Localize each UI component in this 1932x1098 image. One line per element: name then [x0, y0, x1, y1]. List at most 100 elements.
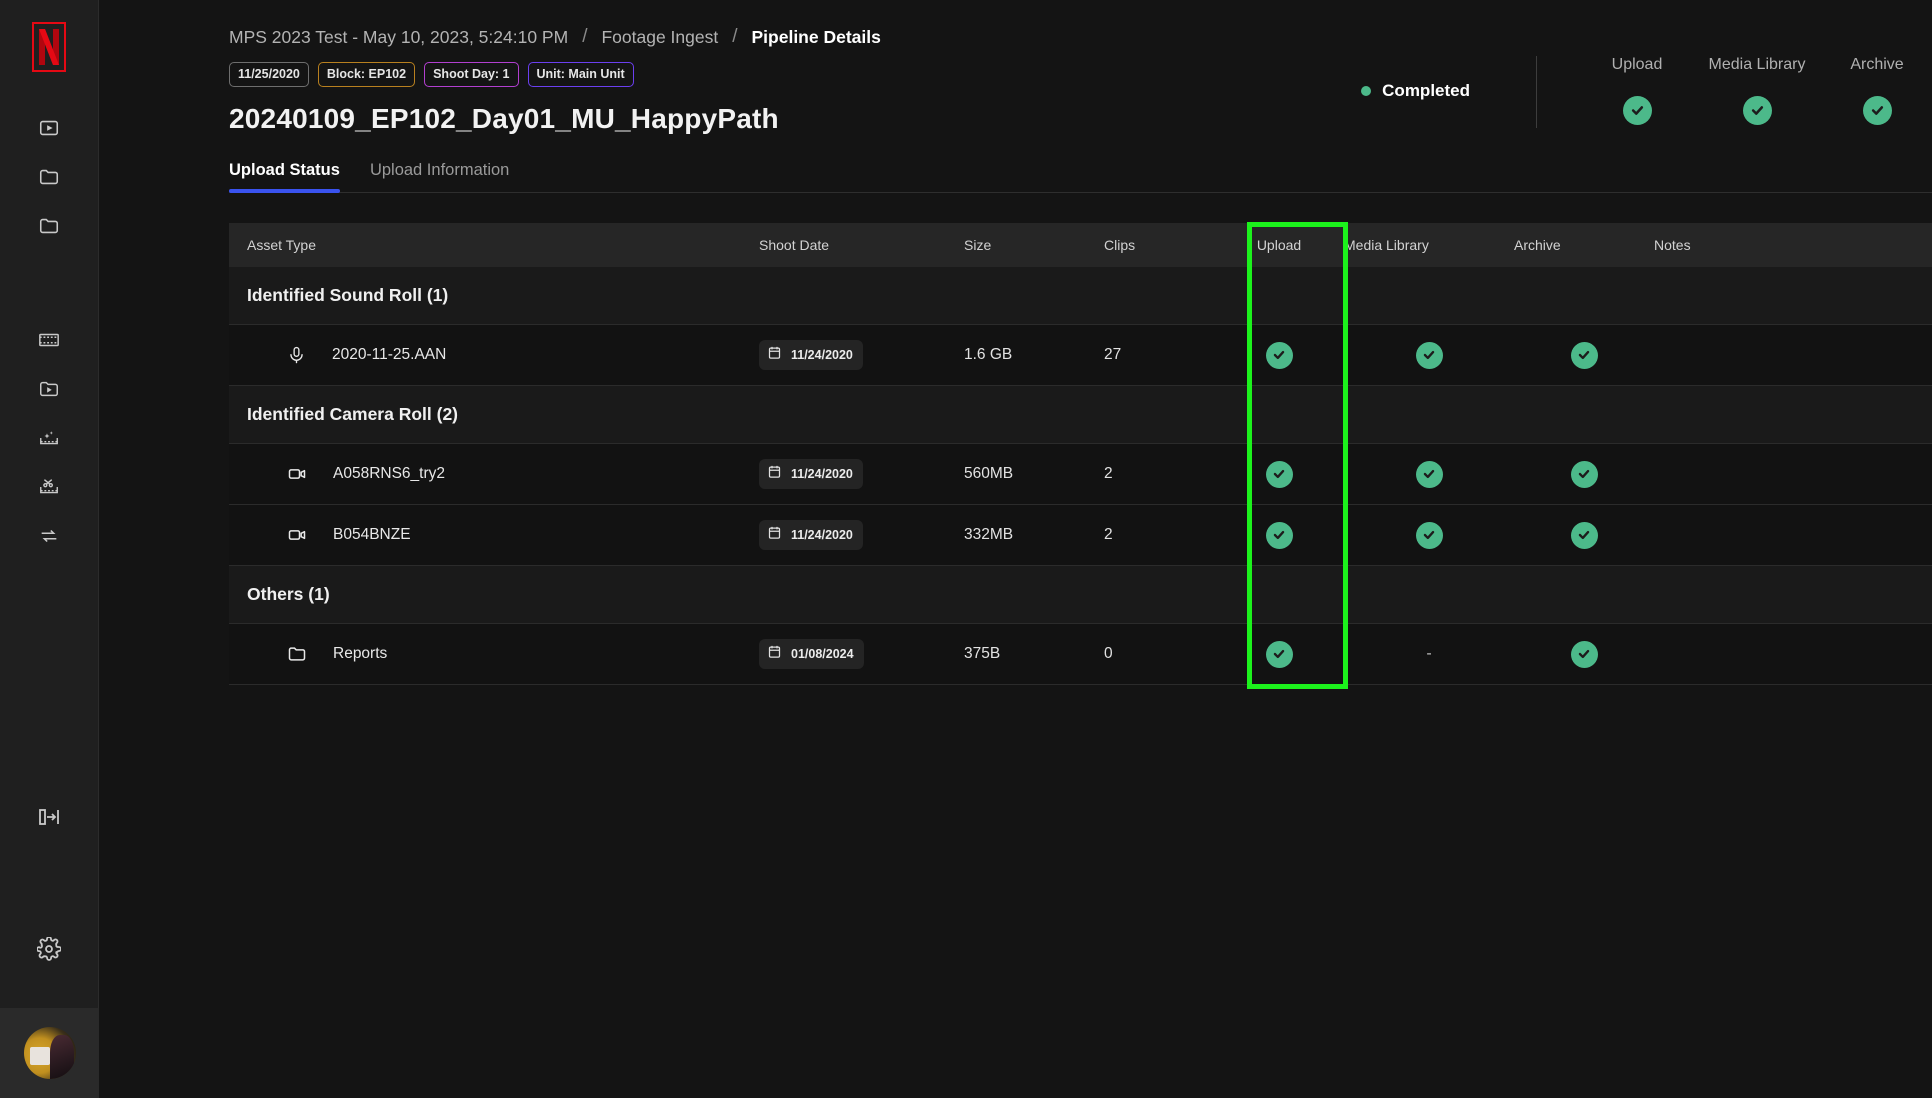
summary-upload: Upload: [1577, 56, 1697, 125]
folder-icon: [38, 166, 60, 188]
nav-folder-play[interactable]: [27, 367, 71, 411]
microphone-icon: [287, 346, 306, 365]
folder-icon: [287, 644, 307, 664]
table-group-header: Others (1): [229, 565, 1932, 624]
shoot-date-value: 11/24/2020: [791, 528, 853, 542]
upload-status-table-wrapper: Asset Type Shoot Date Size Clips Upload …: [229, 221, 1932, 689]
cell-notes: [1654, 443, 1932, 505]
badge-shoot-day[interactable]: Shoot Day: 1: [424, 62, 519, 87]
summary-media-library: Media Library: [1697, 56, 1817, 125]
nav-film-sparkle[interactable]: [27, 416, 71, 460]
video-camera-icon: [287, 464, 307, 484]
nav-film-strip[interactable]: [27, 318, 71, 362]
column-header-notes[interactable]: Notes: [1654, 222, 1932, 267]
column-header-archive[interactable]: Archive: [1514, 222, 1654, 267]
header-divider: [1536, 56, 1537, 128]
nav-video-box[interactable]: [27, 106, 71, 150]
badge-block[interactable]: Block: EP102: [317, 62, 416, 87]
group-title-sound-roll: Identified Sound Roll (1): [229, 266, 1932, 325]
netflix-logo[interactable]: [32, 22, 66, 72]
check-icon: [1415, 521, 1443, 549]
table-row[interactable]: 2020-11-25.AAN 11/24/2020 1.6 GB 27: [229, 324, 1932, 386]
shoot-date-value: 11/24/2020: [791, 348, 853, 362]
nav-film-scissors[interactable]: [27, 465, 71, 509]
table-row[interactable]: A058RNS6_try2 11/24/2020 560MB 2: [229, 443, 1932, 505]
video-box-icon: [38, 117, 60, 139]
cell-upload-status: [1214, 443, 1344, 505]
cell-size: 560MB: [964, 443, 1104, 505]
table-group-header: Identified Sound Roll (1): [229, 266, 1932, 325]
check-icon: [1265, 341, 1293, 369]
cell-media-library-status: [1344, 324, 1514, 386]
breadcrumb-separator: /: [732, 26, 738, 47]
check-icon: [1265, 640, 1293, 668]
status-label: Completed: [1382, 81, 1470, 100]
date-chip: 01/08/2024: [759, 639, 864, 669]
check-icon: [1570, 521, 1598, 549]
cell-media-library-status: [1344, 443, 1514, 505]
status-dot-icon: [1361, 86, 1372, 96]
breadcrumb-item-project[interactable]: MPS 2023 Test - May 10, 2023, 5:24:10 PM: [229, 27, 568, 48]
summary-archive-label: Archive: [1850, 56, 1904, 73]
column-header-clips[interactable]: Clips: [1104, 222, 1214, 267]
column-header-media-library[interactable]: Media Library: [1344, 222, 1514, 267]
column-header-asset-type[interactable]: Asset Type: [229, 222, 759, 267]
cell-clips: 27: [1104, 324, 1214, 386]
cell-upload-status: [1214, 623, 1344, 685]
badge-date[interactable]: 11/25/2020: [229, 62, 309, 87]
nav-folder-2[interactable]: [27, 204, 71, 248]
asset-name: Reports: [333, 645, 388, 662]
cell-media-library-status: [1344, 504, 1514, 566]
asset-name: 2020-11-25.AAN: [332, 346, 447, 363]
cell-archive-status: [1514, 443, 1654, 505]
status-area: Completed Upload Media Library Archive: [1361, 56, 1932, 128]
date-chip: 11/24/2020: [759, 520, 863, 550]
table-row[interactable]: Reports 01/08/2024 375B 0 -: [229, 623, 1932, 685]
settings-button[interactable]: [27, 927, 71, 971]
calendar-icon: [767, 525, 782, 545]
check-icon: [1415, 341, 1443, 369]
check-icon: [1742, 96, 1772, 125]
nav-export[interactable]: [27, 514, 71, 558]
calendar-icon: [767, 345, 782, 365]
tab-upload-information[interactable]: Upload Information: [370, 161, 509, 193]
cell-shoot-date: 01/08/2024: [759, 623, 964, 685]
table-header-row: Asset Type Shoot Date Size Clips Upload …: [229, 222, 1932, 267]
date-chip: 11/24/2020: [759, 340, 863, 370]
cell-notes: [1654, 324, 1932, 386]
export-arrow-icon: [38, 525, 60, 547]
summary-media-library-label: Media Library: [1708, 56, 1806, 73]
collapse-sidebar-button[interactable]: [27, 795, 71, 839]
table-group-header: Identified Camera Roll (2): [229, 385, 1932, 444]
cell-asset-type: Reports: [229, 623, 759, 685]
cell-shoot-date: 11/24/2020: [759, 443, 964, 505]
breadcrumb-item-footage-ingest[interactable]: Footage Ingest: [601, 27, 718, 48]
tab-bar: Upload Status Upload Information: [229, 161, 1932, 193]
summary-upload-label: Upload: [1611, 56, 1663, 73]
cell-asset-type: B054BNZE: [229, 504, 759, 566]
group-title-others: Others (1): [229, 565, 1932, 624]
table-row[interactable]: B054BNZE 11/24/2020 332MB 2: [229, 504, 1932, 566]
avatar[interactable]: [23, 1027, 76, 1079]
check-icon: [1862, 96, 1892, 125]
folder-icon: [38, 215, 60, 237]
check-icon: [1570, 460, 1598, 488]
table-header: Asset Type Shoot Date Size Clips Upload …: [229, 222, 1932, 267]
check-icon: [1265, 460, 1293, 488]
film-scissors-icon: [38, 476, 60, 498]
cell-archive-status: [1514, 504, 1654, 566]
video-camera-icon: [287, 525, 307, 545]
column-header-upload[interactable]: Upload: [1214, 222, 1344, 267]
column-header-size[interactable]: Size: [964, 222, 1104, 267]
check-icon: [1570, 640, 1598, 668]
date-chip: 11/24/2020: [759, 459, 863, 489]
asset-name: A058RNS6_try2: [333, 465, 446, 482]
column-header-shoot-date[interactable]: Shoot Date: [759, 222, 964, 267]
calendar-icon: [767, 644, 782, 664]
cell-clips: 2: [1104, 443, 1214, 505]
nav-folder-1[interactable]: [27, 155, 71, 199]
badge-unit[interactable]: Unit: Main Unit: [527, 62, 634, 87]
cell-upload-status: [1214, 504, 1344, 566]
tab-upload-status[interactable]: Upload Status: [229, 161, 340, 193]
breadcrumb-item-pipeline-details[interactable]: Pipeline Details: [752, 27, 881, 48]
